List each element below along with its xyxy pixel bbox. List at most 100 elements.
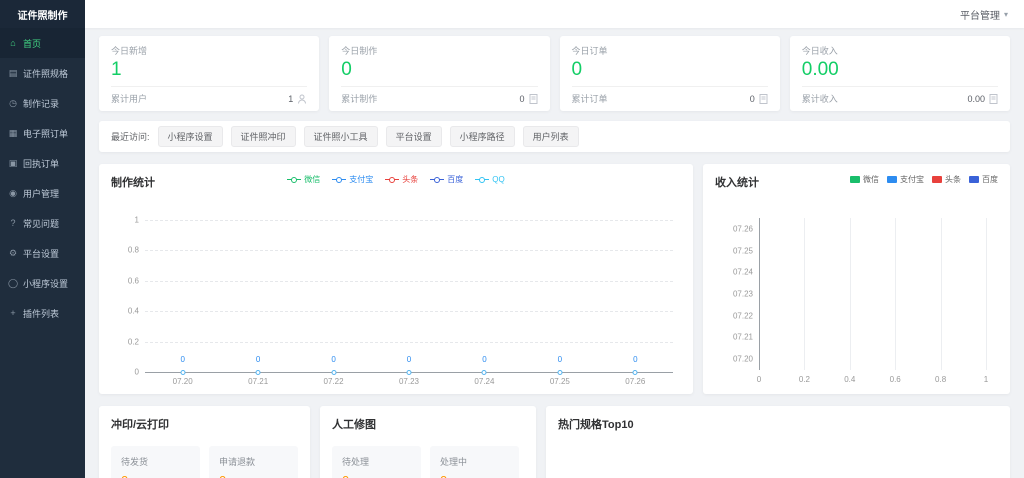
stat-card-today-orders: 今日订单 0 累计订单 0 xyxy=(559,36,780,111)
stat-value: 0 xyxy=(571,59,583,80)
document-icon xyxy=(989,93,998,104)
quick-link-miniprogram-path[interactable]: 小程序路径 xyxy=(449,126,515,147)
receipt-icon: ▣ xyxy=(8,157,18,168)
x-tick: 07.25 xyxy=(549,377,570,386)
stat-box-value: 0 xyxy=(342,473,411,478)
account-menu-label: 平台管理 xyxy=(959,10,1000,22)
id-card-icon: ▤ xyxy=(8,67,18,78)
x-tick: 07.22 xyxy=(323,377,344,386)
sidebar-item-label: 首页 xyxy=(23,38,42,49)
y-tick: 0.2 xyxy=(127,337,139,347)
sidebar-item-label: 用户管理 xyxy=(23,188,60,199)
legend-item-alipay[interactable]: 支付宝 xyxy=(332,174,373,185)
point-label: 0 xyxy=(482,355,487,364)
line-marker-icon xyxy=(287,176,302,183)
stat-box-refund-requests[interactable]: 申请退款 0 xyxy=(209,446,298,478)
stat-label: 今日订单 xyxy=(571,46,608,56)
data-point[interactable] xyxy=(406,370,412,375)
x-tick: 0.4 xyxy=(844,375,856,384)
legend-item-baidu[interactable]: 百度 xyxy=(969,174,998,185)
stat-box-value: 0 xyxy=(440,473,509,478)
sidebar-item-user-management[interactable]: ◉ 用户管理 xyxy=(0,178,85,208)
legend-item-wechat[interactable]: 微信 xyxy=(850,174,879,185)
legend-item-qq[interactable]: QQ xyxy=(475,174,505,185)
legend-item-wechat[interactable]: 微信 xyxy=(287,174,320,185)
print-card: 冲印/云打印 待发货 0 申请退款 0 xyxy=(99,406,310,478)
x-tick: 07.26 xyxy=(625,377,646,386)
sidebar-item-platform-settings[interactable]: ⚙ 平台设置 xyxy=(0,238,85,268)
y-tick: 0.6 xyxy=(127,276,139,286)
line-marker-icon xyxy=(475,176,490,183)
sidebar-item-receipt-orders[interactable]: ▣ 回执订单 xyxy=(0,148,85,178)
legend-item-toutiao[interactable]: 头条 xyxy=(932,174,961,185)
quick-link-user-list[interactable]: 用户列表 xyxy=(522,126,579,147)
user-icon: ◉ xyxy=(9,187,17,198)
y-category: 07.24 xyxy=(732,267,753,277)
gear-icon: ⚙ xyxy=(8,247,18,258)
x-tick: 07.24 xyxy=(474,377,495,386)
sidebar-item-plugin-list[interactable]: + 插件列表 xyxy=(0,298,85,328)
stat-total-label: 累计订单 xyxy=(571,94,608,104)
quick-link-photo-print[interactable]: 证件照冲印 xyxy=(230,126,296,147)
legend-item-alipay[interactable]: 支付宝 xyxy=(887,174,924,185)
line-chart-plot: 1 0.8 0.6 0.4 0.2 0 07.20 07.21 07.22 07… xyxy=(128,216,673,386)
stat-box-label: 处理中 xyxy=(440,457,468,467)
chevron-down-icon: ▾ xyxy=(1003,9,1008,19)
y-category: 07.23 xyxy=(732,289,753,299)
square-marker-icon xyxy=(887,176,897,183)
data-point[interactable] xyxy=(481,370,487,375)
stat-card-today-income: 今日收入 0.00 累计收入 0.00 xyxy=(789,36,1010,111)
plugin-icon: + xyxy=(10,308,16,318)
stat-card-today-made: 今日制作 0 累计制作 0 xyxy=(329,36,550,111)
main-area: 平台管理 ▾ 今日新增 1 累计用户 1 今日制作 0 累计制作 0 今日订单 … xyxy=(85,0,1024,478)
legend-item-baidu[interactable]: 百度 xyxy=(430,174,463,185)
stat-total-value: 1 xyxy=(288,93,294,104)
stat-value: 1 xyxy=(111,59,122,80)
sidebar-item-home[interactable]: ⌂ 首页 xyxy=(0,28,85,58)
data-point[interactable] xyxy=(331,370,337,375)
sidebar-item-make-records[interactable]: ◷ 制作记录 xyxy=(0,88,85,118)
quick-link-photo-tools[interactable]: 证件照小工具 xyxy=(303,126,378,147)
stat-cards-row: 今日新增 1 累计用户 1 今日制作 0 累计制作 0 今日订单 0 累计订单 … xyxy=(99,36,1010,111)
sidebar-item-label: 证件照规格 xyxy=(23,68,69,79)
stat-box-pending-ship[interactable]: 待发货 0 xyxy=(111,446,200,478)
stat-total-label: 累计制作 xyxy=(341,94,378,104)
stat-value: 0.00 xyxy=(801,59,839,80)
square-marker-icon xyxy=(932,176,942,183)
data-point[interactable] xyxy=(632,370,638,375)
stat-total-label: 累计收入 xyxy=(801,94,838,104)
stat-value: 0 xyxy=(341,59,352,80)
document-icon xyxy=(529,93,538,104)
legend-item-toutiao[interactable]: 头条 xyxy=(385,174,418,185)
point-label: 0 xyxy=(557,355,563,364)
quick-link-miniprogram-settings[interactable]: 小程序设置 xyxy=(157,126,223,147)
x-tick: 1 xyxy=(983,375,989,384)
hot-specs-card: 热门规格Top10 xyxy=(546,406,1010,478)
data-point[interactable] xyxy=(255,370,261,375)
card-title: 热门规格Top10 xyxy=(558,419,634,431)
sidebar-item-label: 电子照订单 xyxy=(23,128,69,139)
stat-box-pending[interactable]: 待处理 0 xyxy=(332,446,421,478)
sidebar-item-photo-specs[interactable]: ▤ 证件照规格 xyxy=(0,58,85,88)
charts-row: 制作统计 微信 支付宝 头条 百度 QQ 1 0.8 0.6 0.4 0.2 0… xyxy=(99,164,1010,394)
stat-box-label: 待发货 xyxy=(121,457,149,467)
account-menu[interactable]: 平台管理 ▾ xyxy=(960,7,1008,22)
question-icon: ? xyxy=(10,218,16,228)
sidebar-item-faq[interactable]: ? 常见问题 xyxy=(0,208,85,238)
point-label: 0 xyxy=(255,355,261,364)
y-category: 07.25 xyxy=(732,246,753,256)
app-logo: 证件照制作 xyxy=(0,0,85,28)
stat-box-value: 0 xyxy=(219,473,288,478)
data-point[interactable] xyxy=(180,370,186,375)
data-point[interactable] xyxy=(557,370,563,375)
stat-box-processing[interactable]: 处理中 0 xyxy=(430,446,519,478)
quick-link-platform-settings[interactable]: 平台设置 xyxy=(385,126,442,147)
sidebar-item-miniprogram-settings[interactable]: ◯ 小程序设置 xyxy=(0,268,85,298)
sidebar-item-ephoto-orders[interactable]: ▦ 电子照订单 xyxy=(0,118,85,148)
y-category: 07.26 xyxy=(732,224,753,234)
y-category: 07.21 xyxy=(732,332,753,342)
sidebar-item-label: 制作记录 xyxy=(23,98,60,109)
top-header: 平台管理 ▾ xyxy=(85,0,1024,28)
y-category: 07.20 xyxy=(732,354,753,364)
point-label: 0 xyxy=(406,355,412,364)
